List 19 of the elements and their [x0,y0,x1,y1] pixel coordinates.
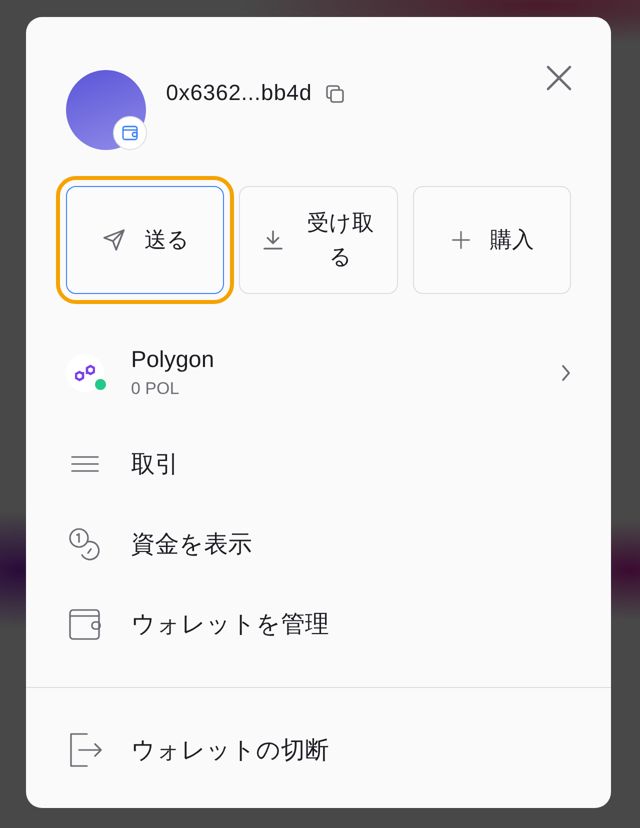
menu-item[interactable]: 取引 [66,424,571,504]
close-button[interactable] [546,65,572,91]
network-balance: 0 POL [131,379,180,399]
send-icon [100,227,127,253]
network-name: Polygon [131,346,216,373]
menu-item[interactable]: ウォレットを管理 [66,584,571,664]
action-button[interactable]: 購入 [412,186,571,294]
chevron-right-icon [561,364,571,382]
network-selector[interactable]: Polygon 0 POL [66,346,571,399]
menu-item[interactable]: ウォレットの切断 [66,710,571,790]
action-button[interactable]: 受け取る [239,186,398,294]
list-icon [70,453,100,475]
wallet-address: 0x6362...bb4d [166,80,312,106]
menu-item[interactable]: 資金を表示 [66,504,571,584]
wallet-icon [68,607,102,641]
plus-icon [450,229,472,251]
logout-icon [67,732,103,768]
wallet-icon [121,124,139,142]
polygon-logo [75,364,95,382]
